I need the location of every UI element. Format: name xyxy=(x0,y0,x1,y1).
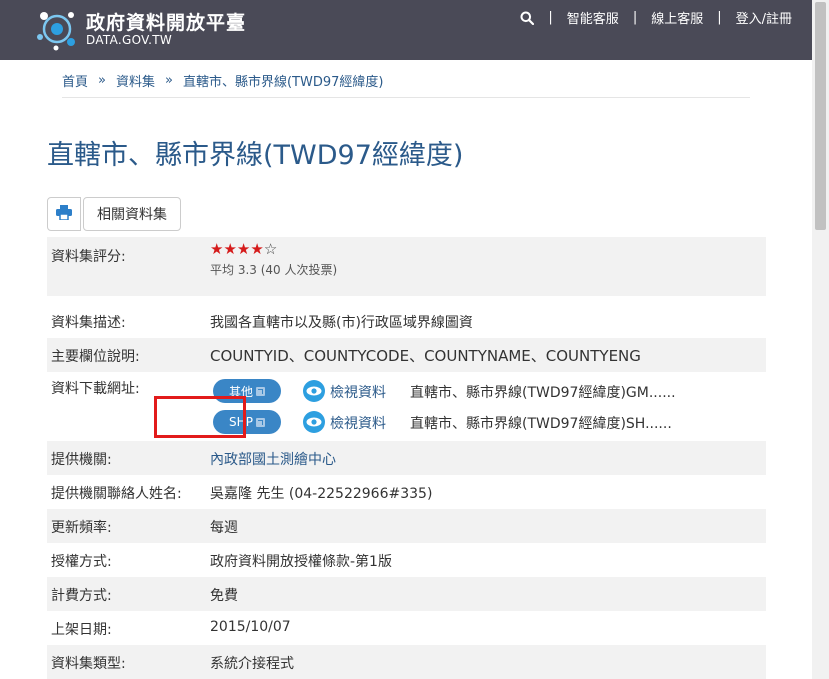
eye-icon[interactable] xyxy=(303,411,325,433)
rating-label: 資料集評分: xyxy=(51,249,126,265)
row-published: 上架日期: 2015/10/07 xyxy=(47,611,766,645)
highlight-box xyxy=(154,396,246,438)
row-dataset-type: 資料集類型: 系統介接程式 xyxy=(47,645,766,679)
top-nav: | 智能客服 | 線上客服 | 登入/註冊 xyxy=(520,8,792,27)
vertical-scrollbar[interactable] xyxy=(812,0,829,679)
fields-label: 主要欄位說明: xyxy=(51,349,140,365)
print-button[interactable] xyxy=(47,197,81,231)
page-title: 直轄市、縣市界線(TWD97經緯度) xyxy=(47,140,464,171)
view-data-link[interactable]: 檢視資料 xyxy=(330,382,386,402)
provider-label: 提供機關: xyxy=(51,452,112,468)
published-label: 上架日期: xyxy=(51,622,112,638)
frequency-label: 更新頻率: xyxy=(51,520,112,536)
dataset-details-table: 資料集評分: ★ ★ ★ ★ ☆ 平均 3.3 (40 人次投票) 資料集描述:… xyxy=(47,237,766,679)
dataset-type-label: 資料集類型: xyxy=(51,656,126,672)
nav-smart-support[interactable]: 智能客服 xyxy=(567,8,619,27)
site-header: 政府資料開放平臺 DATA.GOV.TW | 智能客服 | 線上客服 | 登入/… xyxy=(0,0,812,60)
license-label: 授權方式: xyxy=(51,554,112,570)
nav-login-register[interactable]: 登入/註冊 xyxy=(736,8,792,27)
star-icon[interactable]: ★ xyxy=(210,242,223,257)
description-value: 我國各直轄市以及縣(市)行政區域界線圖資 xyxy=(210,315,473,331)
search-icon[interactable] xyxy=(520,11,535,25)
contact-value: 吳嘉隆 先生 (04-22522966#335) xyxy=(210,486,433,502)
eye-icon[interactable] xyxy=(303,380,325,402)
nav-separator: | xyxy=(632,10,638,25)
related-datasets-button[interactable]: 相關資料集 xyxy=(83,197,181,231)
breadcrumb-current[interactable]: 直轄市、縣市界線(TWD97經緯度) xyxy=(183,71,384,90)
site-title[interactable]: 政府資料開放平臺 xyxy=(86,8,246,35)
fields-value: COUNTYID、COUNTYCODE、COUNTYNAME、COUNTYENG xyxy=(210,347,641,365)
star-icon[interactable]: ★ xyxy=(237,242,250,257)
download-file-name[interactable]: 直轄市、縣市界線(TWD97經緯度)SH...... xyxy=(410,413,672,433)
row-license: 授權方式: 政府資料開放授權條款-第1版 xyxy=(47,543,766,577)
view-data-link[interactable]: 檢視資料 xyxy=(330,413,386,433)
row-rating: 資料集評分: ★ ★ ★ ★ ☆ 平均 3.3 (40 人次投票) xyxy=(47,237,766,296)
breadcrumb: 首頁 » 資料集 » 直轄市、縣市界線(TWD97經緯度) xyxy=(62,71,383,90)
breadcrumb-home[interactable]: 首頁 xyxy=(62,71,88,90)
breadcrumb-arrow: » xyxy=(98,73,106,88)
nav-separator: | xyxy=(548,10,553,25)
star-empty-icon[interactable]: ☆ xyxy=(264,242,277,257)
published-value: 2015/10/07 xyxy=(210,619,291,635)
dataset-type-value: 系統介接程式 xyxy=(210,656,294,672)
breadcrumb-datasets[interactable]: 資料集 xyxy=(116,71,155,90)
downloads-label: 資料下載網址: xyxy=(51,381,140,397)
breadcrumb-divider xyxy=(62,97,750,98)
rating-stars[interactable]: ★ ★ ★ ★ ☆ xyxy=(210,242,337,257)
row-provider: 提供機關: 內政部國土測繪中心 xyxy=(47,441,766,475)
description-label: 資料集描述: xyxy=(51,315,126,331)
license-value: 政府資料開放授權條款-第1版 xyxy=(210,554,392,570)
row-description: 資料集描述: 我國各直轄市以及縣(市)行政區域界線圖資 xyxy=(47,304,766,338)
scrollbar-thumb[interactable] xyxy=(815,2,826,230)
nav-separator: | xyxy=(717,10,722,25)
site-logo-icon[interactable] xyxy=(34,6,80,52)
provider-link[interactable]: 內政部國土測繪中心 xyxy=(210,449,336,469)
row-frequency: 更新頻率: 每週 xyxy=(47,509,766,543)
breadcrumb-arrow: » xyxy=(165,73,173,88)
rating-summary: 平均 3.3 (40 人次投票) xyxy=(210,263,338,277)
site-subtitle: DATA.GOV.TW xyxy=(86,33,173,47)
download-file-name[interactable]: 直轄市、縣市界線(TWD97經緯度)GM...... xyxy=(410,382,676,402)
row-fields: 主要欄位說明: COUNTYID、COUNTYCODE、COUNTYNAME、C… xyxy=(47,338,766,372)
row-contact: 提供機關聯絡人姓名: 吳嘉隆 先生 (04-22522966#335) xyxy=(47,475,766,509)
contact-label: 提供機關聯絡人姓名: xyxy=(51,486,182,502)
row-fee: 計費方式: 免費 xyxy=(47,577,766,611)
fee-value: 免費 xyxy=(210,588,238,604)
external-link-icon xyxy=(256,386,265,396)
rating-value: ★ ★ ★ ★ ☆ 平均 3.3 (40 人次投票) xyxy=(210,242,337,278)
printer-icon xyxy=(56,204,72,224)
frequency-value: 每週 xyxy=(210,520,238,536)
external-link-icon xyxy=(255,417,265,427)
fee-label: 計費方式: xyxy=(51,588,112,604)
nav-online-support[interactable]: 線上客服 xyxy=(651,8,703,27)
star-icon[interactable]: ★ xyxy=(250,242,263,257)
row-spacer xyxy=(47,296,766,304)
star-icon[interactable]: ★ xyxy=(223,242,236,257)
